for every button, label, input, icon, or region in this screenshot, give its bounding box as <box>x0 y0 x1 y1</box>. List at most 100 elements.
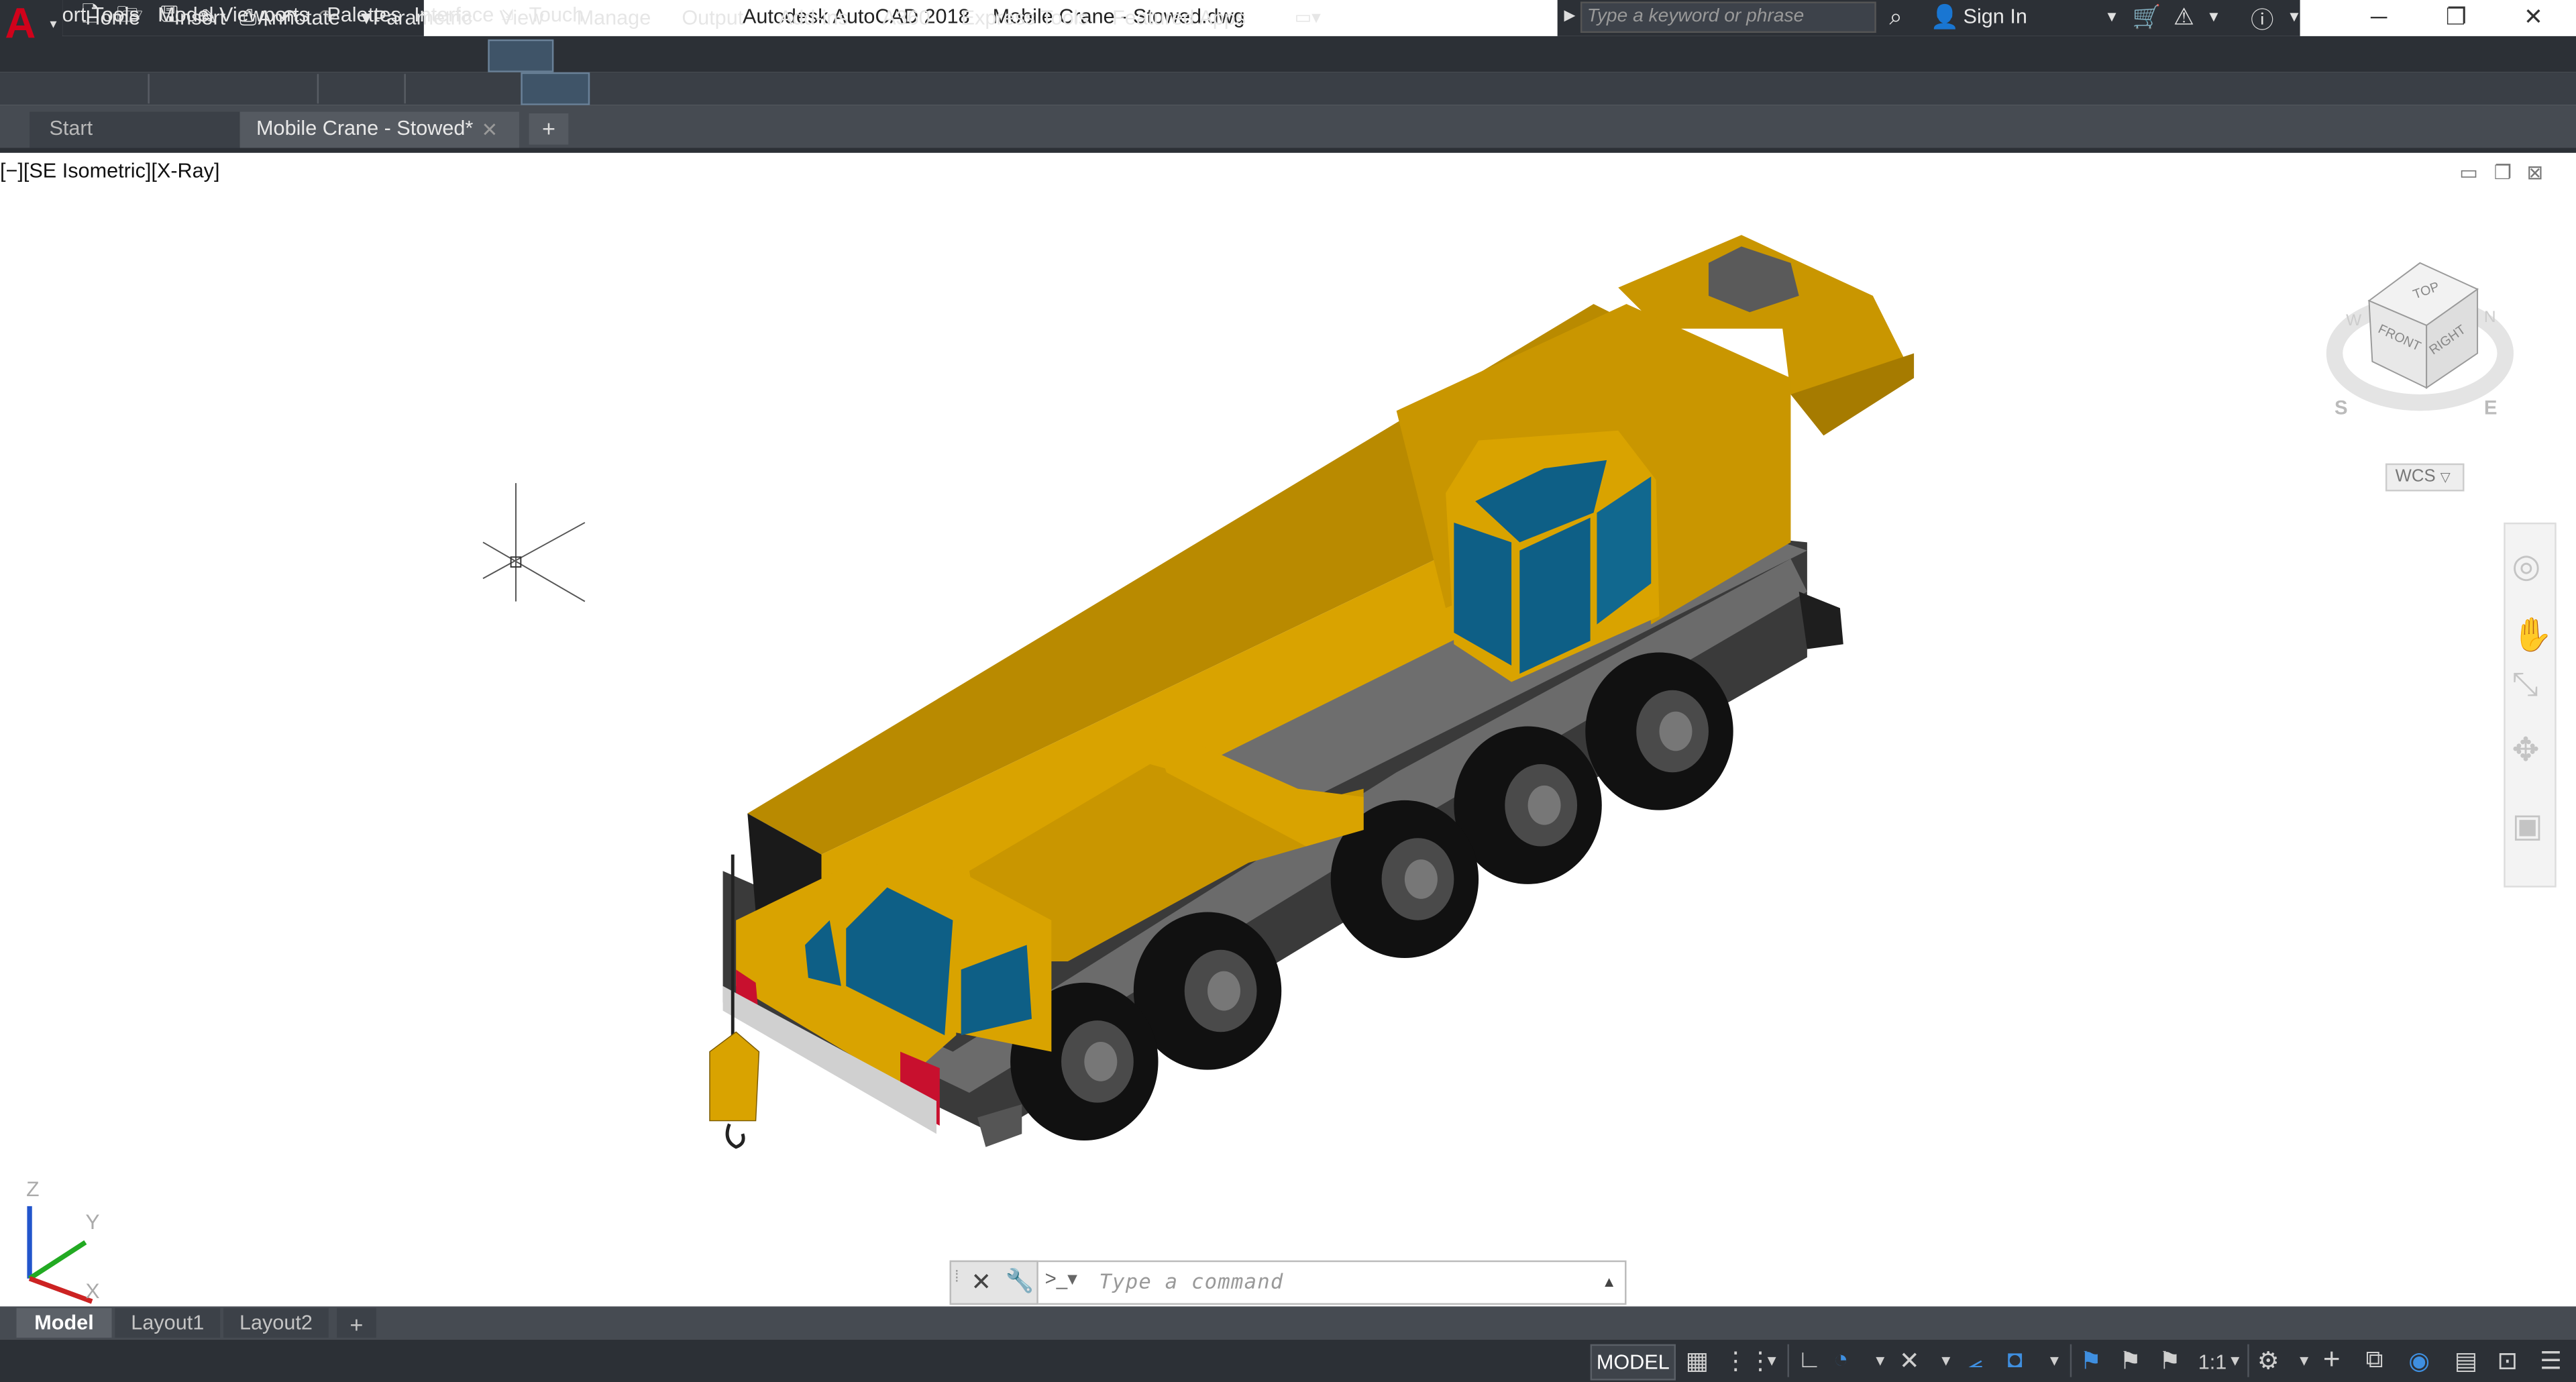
binoculars-icon[interactable]: ⌕ <box>1889 3 1902 32</box>
panel-model-viewports[interactable]: Model Viewports <box>158 3 309 26</box>
divider <box>0 148 2576 153</box>
chevron-down-icon[interactable]: ▼ <box>2228 1352 2243 1369</box>
orbit-icon[interactable]: ✥ <box>2512 730 2540 771</box>
help-icon[interactable]: ⓘ <box>2251 3 2273 36</box>
tab-manage[interactable]: Manage <box>577 7 651 30</box>
autocad-logo-icon: A <box>5 0 36 48</box>
clean-screen-icon[interactable]: ▤ <box>2455 1346 2478 1376</box>
plus-icon[interactable]: + <box>2323 1342 2341 1377</box>
grip-icon[interactable]: ⁞ <box>955 1269 959 1287</box>
divider <box>1787 1344 1789 1377</box>
command-input[interactable]: Type a command <box>1099 1269 1283 1293</box>
annotation-scale-icon[interactable]: ⚑ <box>2159 1346 2181 1376</box>
sign-in-button[interactable]: Sign In <box>1964 5 2027 28</box>
viewport-minimize-icon[interactable]: ▭ <box>2459 161 2478 184</box>
chevron-down-icon: ▽ <box>2440 470 2451 485</box>
chevron-up-icon[interactable]: ▲ <box>1602 1273 1617 1289</box>
tab-layout2[interactable]: Layout2 <box>223 1308 329 1338</box>
panel-touch[interactable]: Touch <box>529 3 584 26</box>
grid-icon[interactable]: ▦ <box>1686 1346 1709 1376</box>
panel-launcher-icon[interactable]: ⇲ <box>501 7 513 25</box>
crosshair-cursor <box>482 483 586 602</box>
hook-block <box>709 1031 760 1122</box>
layout-tab-bar <box>0 1306 2576 1340</box>
ribbon-panel-bar <box>0 72 2576 105</box>
chevron-down-icon[interactable]: ▼ <box>1939 1352 1953 1369</box>
tab-featured-apps[interactable]: Featured Apps <box>1112 7 1246 30</box>
panel-palettes[interactable]: Palettes <box>327 3 401 26</box>
tab-a360[interactable]: A360 <box>882 7 930 30</box>
divider <box>148 74 150 104</box>
chevron-down-icon[interactable]: ▼ <box>1764 1352 1779 1369</box>
steering-wheel-icon[interactable]: ◎ <box>2512 545 2541 586</box>
expand-arrow-icon[interactable]: ▶ <box>1564 7 1575 25</box>
annotation-visibility-icon[interactable]: ⚑ <box>2080 1346 2102 1376</box>
annotation-scale-value[interactable]: 1:1 <box>2198 1350 2227 1373</box>
polar-tracking-icon[interactable]: ◔ <box>1833 1346 1848 1374</box>
divider <box>317 74 319 104</box>
close-tab-icon[interactable]: ✕ <box>482 118 498 141</box>
chevron-down-icon[interactable]: ▼ <box>2287 8 2302 24</box>
divider <box>2070 1344 2072 1377</box>
compass-west-label: W <box>2346 311 2362 329</box>
auto-scale-icon[interactable]: ⚑ <box>2119 1346 2141 1376</box>
viewport-restore-icon[interactable]: ❐ <box>2494 161 2512 184</box>
wcs-menu-button[interactable]: WCS ▽ <box>2385 463 2465 492</box>
tab-express-tools[interactable]: Express Tools <box>961 7 1089 30</box>
chevron-down-icon[interactable]: ▼ <box>2297 1352 2312 1369</box>
object-snap-tracking-icon[interactable]: ⦟ <box>1968 1346 1983 1374</box>
add-layout-button[interactable]: + <box>337 1308 376 1338</box>
new-tab-button[interactable]: + <box>529 113 569 145</box>
pan-icon[interactable]: ✋ <box>2512 615 2553 655</box>
panel-interface[interactable]: Interface <box>414 3 494 26</box>
user-icon: 👤 <box>1930 3 1960 30</box>
ribbon-tab-bar <box>0 36 2576 72</box>
isolate-objects-icon[interactable]: ⧉ <box>2366 1346 2383 1374</box>
tab-document[interactable]: Mobile Crane - Stowed* <box>239 111 519 148</box>
fullscreen-icon[interactable]: ⊡ <box>2497 1346 2518 1376</box>
zoom-icon[interactable]: ⤡ <box>2512 667 2538 704</box>
crane-model[interactable] <box>690 222 1939 1175</box>
cart-icon[interactable]: 🛒 <box>2133 3 2161 32</box>
tab-start[interactable]: Start <box>30 111 240 148</box>
object-snap-icon[interactable]: ◘ <box>2008 1346 2023 1374</box>
ortho-icon[interactable]: ∟ <box>1797 1346 1821 1374</box>
status-bar <box>0 1339 2576 1382</box>
isodraft-icon[interactable]: ✕ <box>1899 1346 1920 1376</box>
chevron-down-icon[interactable]: ▼ <box>2047 1352 2061 1369</box>
minimize-icon[interactable]: ─ <box>2354 3 2403 30</box>
tab-model[interactable]: Model <box>16 1308 112 1338</box>
tab-output[interactable]: Output <box>682 7 743 30</box>
restore-icon[interactable]: ❐ <box>2432 3 2481 32</box>
ucs-x-label: X <box>85 1279 99 1303</box>
search-input[interactable]: Type a keyword or phrase <box>1580 1 1876 33</box>
tab-add-ins[interactable]: Add-ins <box>779 7 849 30</box>
chevron-down-icon: ▼ <box>48 19 60 32</box>
compass-east-label: E <box>2484 396 2498 419</box>
prompt-glyph: >_ <box>1044 1267 1068 1290</box>
viewport-close-icon[interactable]: ⊠ <box>2527 161 2544 184</box>
close-icon[interactable]: ✕ <box>971 1267 991 1297</box>
wcs-label: WCS <box>2395 466 2436 487</box>
command-prompt-icon[interactable]: >_▾ <box>1045 1267 1077 1290</box>
compass-south-label: S <box>2334 396 2348 419</box>
chevron-down-icon[interactable]: ▼ <box>1873 1352 1888 1369</box>
viewport-controls-label[interactable]: [−][SE Isometric][X-Ray] <box>0 160 219 182</box>
tab-layout1[interactable]: Layout1 <box>115 1308 221 1338</box>
hook <box>725 1123 745 1149</box>
ucs-icon: Z Y X <box>26 1177 100 1304</box>
ucs-y-label: Y <box>85 1210 99 1234</box>
chevron-down-icon[interactable]: ▼ <box>2104 8 2119 24</box>
customization-menu-icon[interactable]: ☰ <box>2540 1346 2562 1376</box>
application-menu-button[interactable]: A ▼ <box>0 0 63 48</box>
close-icon[interactable]: ✕ <box>2509 3 2558 32</box>
showmotion-icon[interactable]: ▣ <box>2512 805 2543 846</box>
wrench-icon[interactable]: 🔧 <box>1006 1267 1034 1295</box>
ribbon-toggle-icon[interactable]: ▭▾ <box>1295 7 1321 28</box>
autodesk-a360-icon[interactable]: ⚠ <box>2174 3 2194 32</box>
hardware-acceleration-icon[interactable]: ◉ <box>2408 1346 2430 1376</box>
model-space-button[interactable]: MODEL <box>1590 1344 1676 1381</box>
chevron-down-icon[interactable]: ▼ <box>2206 8 2221 24</box>
touch-panel-highlight <box>521 72 590 105</box>
workspace-gear-icon[interactable]: ⚙ <box>2257 1346 2279 1376</box>
